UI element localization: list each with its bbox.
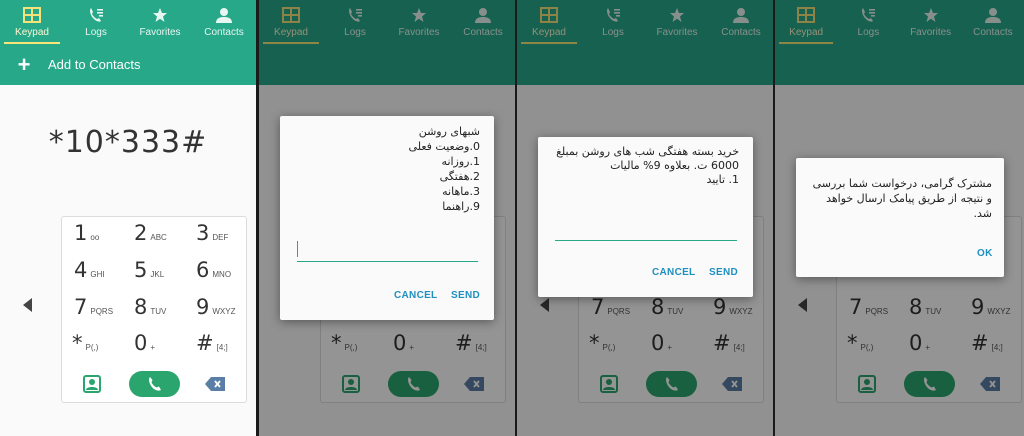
ussd-confirm-dialog: خرید بسته هفتگی شب های روشن بمبلغ 6000 ت… (538, 137, 753, 297)
screenshot-strip: Keypad Logs Favorites Contacts + Add to … (0, 0, 1024, 436)
key-letters: ABC (150, 233, 167, 242)
key-9[interactable]: 9WXYZ (196, 295, 235, 325)
tab-bar: Keypad Logs Favorites Contacts (0, 0, 256, 44)
key-7[interactable]: 7PQRS (74, 295, 113, 325)
key-3[interactable]: 3 DEF (196, 221, 228, 251)
phone-screen-ussd-menu: Keypad Logs Favorites Contacts 7PQRS 8TU… (259, 0, 515, 436)
dialer-action-row (62, 371, 246, 399)
key-letters: P(,) (85, 343, 99, 352)
key-digit: 4 (74, 258, 88, 282)
ussd-reply-input[interactable] (297, 261, 478, 262)
phone-icon (148, 377, 161, 391)
plus-icon: + (17, 51, 31, 77)
key-6[interactable]: 6 MNO (196, 258, 231, 288)
cancel-button[interactable]: CANCEL (652, 267, 695, 278)
ussd-message: خرید بسته هفتگی شب های روشن بمبلغ 6000 ت… (556, 145, 739, 186)
send-button[interactable]: SEND (451, 290, 480, 301)
dialed-number: *10*333# (48, 125, 208, 160)
key-5[interactable]: 5 JKL (134, 258, 164, 288)
ussd-message: مشترک گرامی، درخواست شما بررسی و نتیجه ا… (812, 177, 992, 220)
key-letters: + (150, 343, 156, 352)
tab-label: Contacts (204, 27, 244, 38)
key-4[interactable]: 4 GHI (74, 258, 105, 288)
tab-label: Favorites (139, 27, 181, 38)
key-letters: DEF (212, 233, 229, 242)
key-digit: 1 (74, 221, 88, 245)
key-letters: [4;] (216, 343, 228, 352)
key-hash[interactable]: # [4;] (196, 331, 228, 361)
key-digit: 7 (74, 295, 88, 319)
key-digit: 6 (196, 258, 210, 282)
key-digit: 8 (134, 295, 148, 319)
key-star[interactable]: * P(,) (72, 331, 98, 361)
key-1[interactable]: 1 ᴏᴏ (74, 221, 99, 251)
tab-contacts[interactable]: Contacts (192, 0, 256, 44)
key-digit: 0 (134, 331, 148, 355)
key-digit: 3 (196, 221, 210, 245)
keypad-icon (23, 7, 41, 23)
tab-label: Keypad (15, 27, 49, 38)
add-to-contacts-label: Add to Contacts (48, 57, 141, 72)
add-to-contacts-button[interactable]: + Add to Contacts (0, 44, 256, 85)
key-0[interactable]: 0 + (134, 331, 155, 361)
star-icon (151, 7, 169, 23)
ussd-reply-input[interactable] (555, 240, 737, 241)
key-letters: PQRS (90, 307, 114, 316)
key-8[interactable]: 8TUV (134, 295, 166, 325)
key-digit: 9 (196, 295, 210, 319)
cancel-button[interactable]: CANCEL (394, 290, 437, 301)
tab-keypad[interactable]: Keypad (0, 0, 64, 44)
phone-screen-ussd-result: Keypad Logs Favorites Contacts 7 PQRS 8 TU… (775, 0, 1024, 436)
tab-label: Logs (85, 27, 107, 38)
ussd-message: شبهای روشن 0.وضعیت فعلی 1.روزانه 2.هفتگی… (408, 125, 480, 213)
key-letters: MNO (212, 270, 232, 279)
phone-screen-dialer: Keypad Logs Favorites Contacts + Add to … (0, 0, 256, 436)
key-digit: * (72, 331, 83, 355)
key-2[interactable]: 2 ABC (134, 221, 167, 251)
tab-favorites[interactable]: Favorites (128, 0, 192, 44)
key-letters: WXYZ (212, 307, 236, 316)
ussd-result-dialog: مشترک گرامی، درخواست شما بررسی و نتیجه ا… (796, 158, 1004, 277)
person-icon (215, 7, 233, 23)
key-digit: 5 (134, 258, 148, 282)
send-button[interactable]: SEND (709, 267, 738, 278)
back-arrow-icon[interactable] (23, 298, 32, 312)
key-digit: # (196, 331, 214, 355)
ok-button[interactable]: OK (977, 248, 993, 259)
key-letters: JKL (150, 270, 165, 279)
ussd-menu-dialog: شبهای روشن 0.وضعیت فعلی 1.روزانه 2.هفتگی… (280, 116, 494, 320)
key-letters: TUV (150, 307, 167, 316)
text-caret (297, 241, 298, 257)
call-button[interactable] (129, 371, 180, 397)
tab-logs[interactable]: Logs (64, 0, 128, 44)
backspace-icon[interactable] (205, 377, 225, 391)
dial-pad: 1 ᴏᴏ 2 ABC 3 DEF 4 GHI 5 JKL 6 MNO 7 PQRS 8 TUV … (61, 216, 247, 403)
key-digit: 2 (134, 221, 148, 245)
voicemail-icon: ᴏᴏ (90, 233, 100, 242)
contact-card-icon[interactable] (83, 375, 101, 393)
key-letters: GHI (90, 270, 105, 279)
call-log-icon (87, 7, 105, 23)
phone-screen-ussd-confirm: Keypad Logs Favorites Contacts 7 PQRS 8 TU… (517, 0, 773, 436)
